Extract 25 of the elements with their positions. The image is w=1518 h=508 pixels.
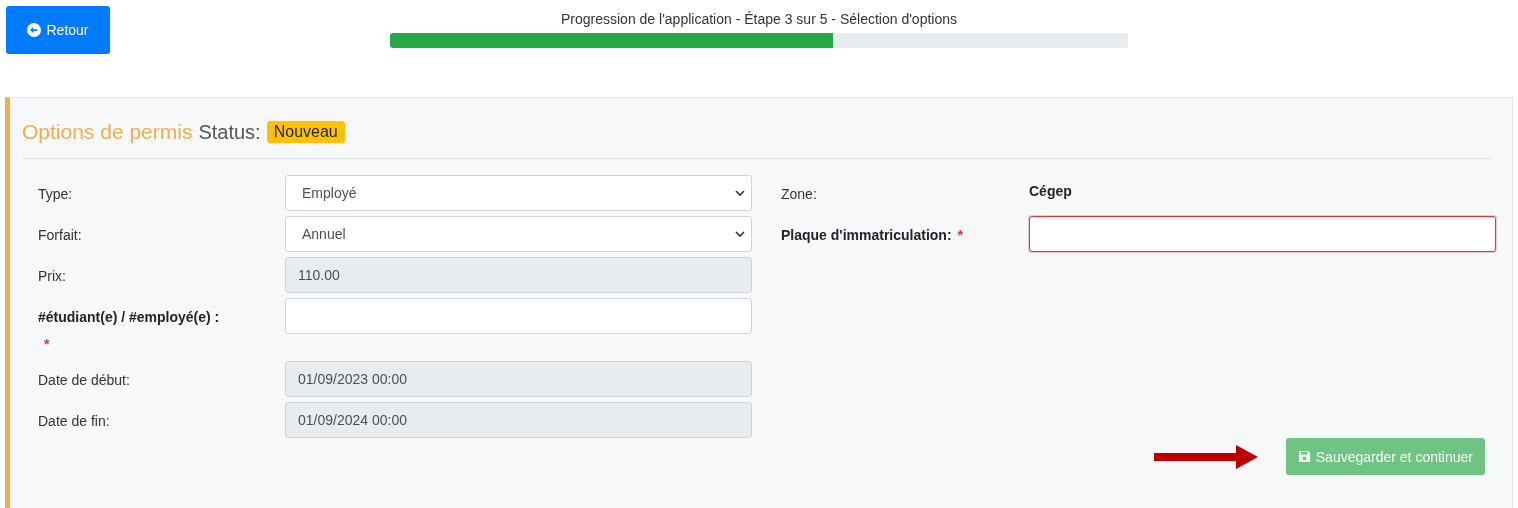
field-label: Prix:	[38, 268, 66, 284]
arrow-left-circle-icon	[27, 23, 42, 37]
field-label: Plaque d'immatriculation:	[781, 227, 952, 243]
field-label: Zone:	[781, 186, 817, 202]
progress-label: Progression de l'application - Étape 3 sur 5 - Sélection d'options	[561, 11, 957, 27]
required-mark: *	[44, 335, 50, 352]
back-button[interactable]: Retour	[6, 6, 110, 54]
required-mark: *	[957, 227, 964, 243]
caret-icon	[735, 229, 745, 239]
field-label: Date de début:	[38, 372, 130, 388]
field-label: Forfait:	[38, 227, 82, 243]
readonly-field: 01/09/2024 00:00	[285, 402, 752, 438]
readonly-field: 110.00	[285, 257, 752, 293]
panel-title: Options de permis	[22, 120, 193, 144]
field-label: Type:	[38, 186, 73, 202]
field-label: Date de fin:	[38, 413, 110, 429]
field-label: #étudiant(e) / #employé(e) :	[38, 309, 220, 325]
caret-icon	[735, 188, 745, 198]
input-field[interactable]	[1029, 216, 1496, 252]
status-label: Status:	[198, 120, 261, 144]
status-badge: Nouveau	[266, 121, 345, 143]
dropdown[interactable]: Employé	[285, 175, 752, 211]
readonly-field: 01/09/2023 00:00	[285, 361, 752, 397]
dropdown[interactable]: Annuel	[285, 216, 752, 252]
zone-value: Cégep	[1029, 182, 1072, 201]
